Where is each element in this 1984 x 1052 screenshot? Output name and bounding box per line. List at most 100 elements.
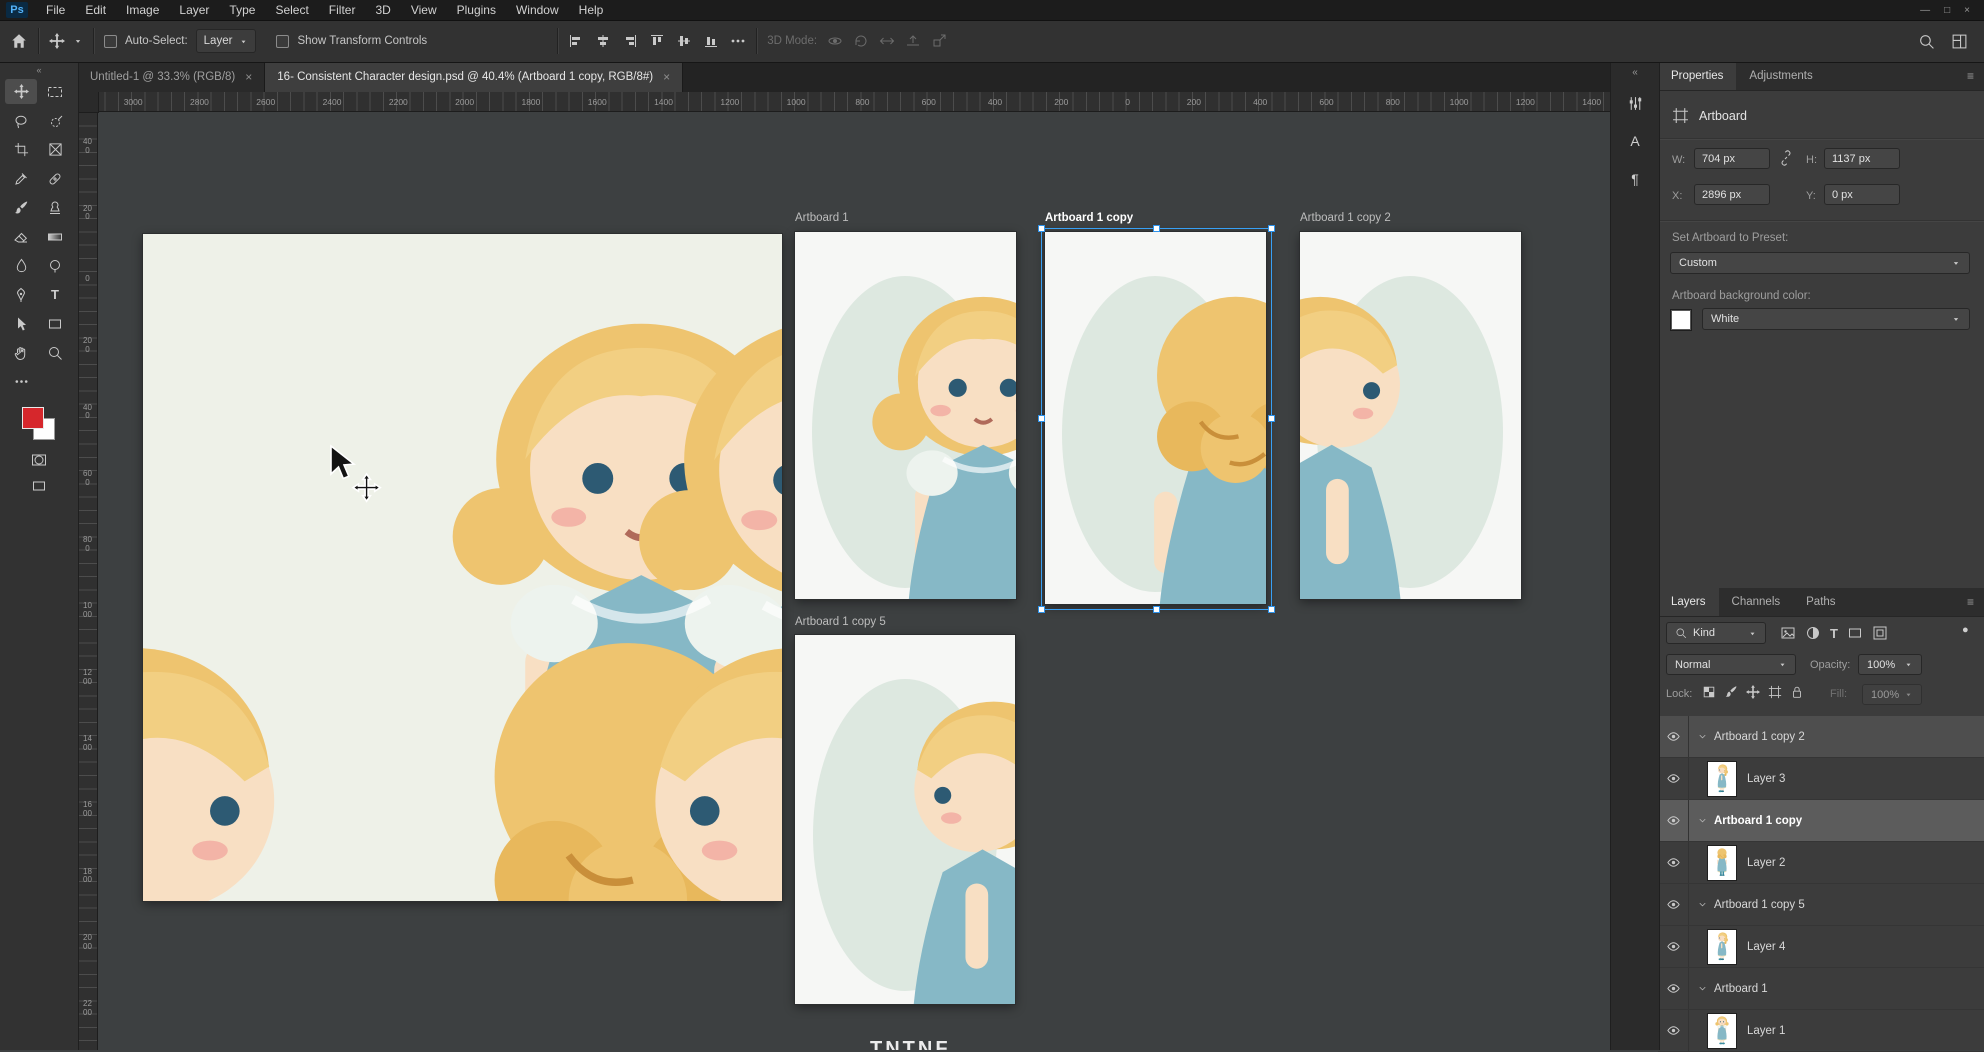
- layer-visibility-eye-icon[interactable]: [1666, 771, 1681, 786]
- opacity-input[interactable]: 100%: [1858, 654, 1922, 675]
- close-tab-icon[interactable]: ×: [245, 70, 252, 84]
- artboard-1-copy-2[interactable]: [1300, 232, 1521, 599]
- layer-row-artboard-1-copy-2[interactable]: Artboard 1 copy 2: [1658, 716, 1984, 758]
- selection-handle[interactable]: [1038, 415, 1045, 422]
- layer-name[interactable]: Layer 3: [1747, 773, 1785, 785]
- align-middle-vertical-icon[interactable]: [676, 33, 692, 49]
- move-tool-preset-icon[interactable]: [49, 33, 65, 49]
- vertical-ruler[interactable]: 4002000200400600800100012001400160018002…: [78, 112, 98, 1050]
- layer-row-artboard-1[interactable]: Artboard 1: [1658, 968, 1984, 1010]
- group-chevron-icon[interactable]: [1697, 983, 1708, 994]
- artboard-background-swatch[interactable]: [1670, 309, 1692, 331]
- layer-thumbnail[interactable]: [1707, 1013, 1737, 1049]
- filter-type-layers-icon[interactable]: T: [1830, 626, 1838, 641]
- selection-handle[interactable]: [1153, 225, 1160, 232]
- window-minimize-icon[interactable]: —: [1920, 5, 1930, 16]
- lock-all-icon[interactable]: [1790, 685, 1804, 699]
- menu-item[interactable]: Help: [569, 1, 614, 19]
- menu-item[interactable]: Filter: [319, 1, 366, 19]
- menu-item[interactable]: Type: [219, 1, 265, 19]
- layer-filter-kind-select[interactable]: Kind: [1666, 622, 1766, 644]
- menu-item[interactable]: File: [36, 1, 75, 19]
- layer-name[interactable]: Artboard 1: [1714, 983, 1768, 995]
- shape-tool[interactable]: [39, 311, 71, 336]
- crop-tool[interactable]: [5, 137, 37, 162]
- layer-row-layer-2[interactable]: Layer 2: [1658, 842, 1984, 884]
- layer-visibility-eye-icon[interactable]: [1666, 813, 1681, 828]
- artboard-label-artboard-1-copy[interactable]: Artboard 1 copy: [1045, 212, 1133, 224]
- foreground-color-swatch[interactable]: [22, 407, 44, 429]
- layer-row-artboard-1-copy[interactable]: Artboard 1 copy: [1658, 800, 1984, 842]
- layer-visibility-eye-icon[interactable]: [1666, 981, 1681, 996]
- lasso-tool[interactable]: [5, 108, 37, 133]
- lock-artboard-icon[interactable]: [1768, 685, 1782, 699]
- tab-paths[interactable]: Paths: [1793, 588, 1848, 616]
- lock-position-icon[interactable]: [1746, 685, 1760, 699]
- layer-visibility-eye-icon[interactable]: [1666, 897, 1681, 912]
- zoom-tool[interactable]: [39, 340, 71, 365]
- align-center-horizontal-icon[interactable]: [595, 33, 611, 49]
- character-reference-board[interactable]: [143, 234, 782, 901]
- layer-row-layer-1[interactable]: Layer 1: [1658, 1010, 1984, 1052]
- artboard-1-copy-5[interactable]: [795, 635, 1015, 1004]
- blur-tool[interactable]: [5, 253, 37, 278]
- artboard-preset-select[interactable]: Custom: [1670, 252, 1970, 274]
- document-tab-character-design[interactable]: 16- Consistent Character design.psd @ 40…: [265, 62, 683, 92]
- menu-item[interactable]: Layer: [169, 1, 219, 19]
- layer-visibility-eye-icon[interactable]: [1666, 1023, 1681, 1038]
- menu-item[interactable]: View: [401, 1, 447, 19]
- layer-name[interactable]: Layer 1: [1747, 1025, 1785, 1037]
- layer-thumbnail[interactable]: [1707, 845, 1737, 881]
- document-tab-untitled[interactable]: Untitled-1 @ 33.3% (RGB/8) ×: [78, 62, 265, 92]
- tab-adjustments[interactable]: Adjustments: [1736, 62, 1825, 90]
- workspace-switcher-icon[interactable]: [1951, 33, 1968, 50]
- close-tab-icon[interactable]: ×: [663, 70, 670, 84]
- layer-filter-toggle[interactable]: ●: [1962, 624, 1969, 636]
- layer-visibility-eye-icon[interactable]: [1666, 939, 1681, 954]
- horizontal-ruler[interactable]: 3000280026002400220020001800160014001200…: [78, 92, 1610, 112]
- filter-adjustment-layers-icon[interactable]: [1805, 625, 1821, 641]
- layer-name[interactable]: Artboard 1 copy: [1714, 815, 1802, 827]
- filter-smart-objects-icon[interactable]: [1872, 625, 1888, 641]
- selection-handle[interactable]: [1268, 225, 1275, 232]
- layer-thumbnail[interactable]: [1707, 929, 1737, 965]
- tab-properties[interactable]: Properties: [1658, 62, 1736, 90]
- menu-item[interactable]: Image: [116, 1, 169, 19]
- layer-visibility-eye-icon[interactable]: [1666, 729, 1681, 744]
- brush-settings-panel-button[interactable]: [1619, 88, 1651, 118]
- height-input[interactable]: 1137 px: [1824, 148, 1900, 169]
- group-chevron-icon[interactable]: [1697, 815, 1708, 826]
- blend-mode-select[interactable]: Normal: [1666, 654, 1796, 675]
- panel-menu-icon[interactable]: ≡: [1967, 62, 1984, 90]
- layer-name[interactable]: Layer 4: [1747, 941, 1785, 953]
- more-align-options-icon[interactable]: [730, 33, 746, 49]
- selection-handle[interactable]: [1268, 606, 1275, 613]
- selection-handle[interactable]: [1153, 606, 1160, 613]
- photoshop-logo[interactable]: Ps: [6, 2, 28, 18]
- artboard-label-artboard-1[interactable]: Artboard 1: [795, 212, 849, 224]
- menu-item[interactable]: Window: [506, 1, 569, 19]
- link-dimensions-icon[interactable]: [1778, 150, 1794, 166]
- menu-item[interactable]: Edit: [75, 1, 116, 19]
- layer-name[interactable]: Layer 2: [1747, 857, 1785, 869]
- edit-toolbar-button[interactable]: [5, 369, 37, 394]
- expand-panels-icon[interactable]: «: [1632, 62, 1638, 88]
- artboard-1-copy[interactable]: [1045, 232, 1266, 604]
- healing-brush-tool[interactable]: [39, 166, 71, 191]
- width-input[interactable]: 704 px: [1694, 148, 1770, 169]
- filter-pixel-layers-icon[interactable]: [1780, 625, 1796, 641]
- show-transform-checkbox[interactable]: [276, 35, 289, 48]
- type-tool[interactable]: T: [39, 282, 71, 307]
- align-right-icon[interactable]: [622, 33, 638, 49]
- search-icon[interactable]: [1918, 33, 1935, 50]
- artboard-label-artboard-1-copy-5[interactable]: Artboard 1 copy 5: [795, 616, 886, 628]
- toolbar-collapse-icon[interactable]: «: [0, 62, 78, 79]
- eraser-tool[interactable]: [5, 224, 37, 249]
- x-input[interactable]: 2896 px: [1694, 184, 1770, 205]
- selection-handle[interactable]: [1038, 225, 1045, 232]
- canvas-area[interactable]: 3000280026002400220020001800160014001200…: [78, 92, 1610, 1050]
- auto-select-checkbox[interactable]: [104, 35, 117, 48]
- layer-name[interactable]: Artboard 1 copy 5: [1714, 899, 1805, 911]
- layer-row-artboard-1-copy-5[interactable]: Artboard 1 copy 5: [1658, 884, 1984, 926]
- dodge-tool[interactable]: [39, 253, 71, 278]
